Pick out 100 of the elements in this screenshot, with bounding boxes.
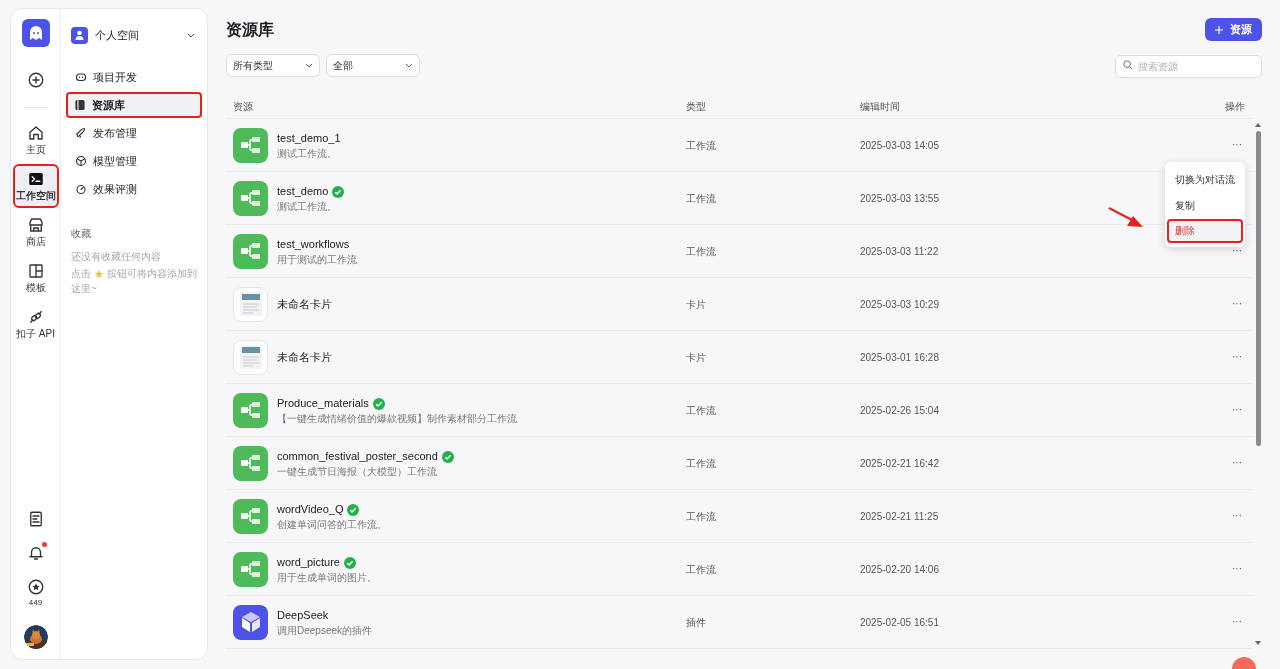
workflow-icon	[233, 233, 268, 269]
rail-item[interactable]: 工作空间	[12, 164, 59, 208]
app-logo[interactable]	[21, 19, 50, 47]
hint-text: 这里~	[71, 282, 98, 296]
table-cell-text: 工作流	[686, 138, 716, 153]
nav-item[interactable]: 模型管理	[67, 148, 201, 174]
cube-icon	[233, 604, 268, 640]
rail-item[interactable]: 商店	[12, 210, 59, 254]
rail-item[interactable]: 模板	[12, 256, 59, 300]
resource-name[interactable]: test_demo	[277, 183, 329, 200]
star-coin-icon	[26, 578, 45, 596]
resource-name[interactable]: test_demo_1	[277, 130, 341, 147]
table-cell-text: 2025-03-03 11:22	[860, 244, 939, 259]
more-button[interactable]: ···	[1232, 405, 1242, 415]
table-cell-text: 工作流	[686, 403, 716, 418]
table-cell-text: 2025-02-21 11:25	[860, 509, 939, 524]
rail-item[interactable]: 主页	[12, 118, 59, 162]
more-button[interactable]: ···	[1232, 617, 1242, 627]
table-cell-text: 2025-02-20 14:06	[860, 562, 939, 577]
hint-text: 按钮可将内容添加到	[107, 267, 197, 281]
menu-item[interactable]: 删除	[1167, 218, 1243, 243]
table-cell-text: 卡片	[686, 350, 706, 365]
book-icon	[74, 99, 86, 111]
table-cell-text: 卡片	[686, 297, 706, 312]
workflow-icon	[233, 551, 268, 587]
star-icon	[94, 268, 104, 279]
menu-item[interactable]: 切换为对话流	[1167, 167, 1243, 192]
chevron-down-icon	[187, 32, 195, 38]
workflow-icon	[233, 445, 268, 481]
nav-item[interactable]: 资源库	[66, 92, 202, 118]
search-field[interactable]: 搜索资源	[1115, 55, 1262, 78]
resource-name[interactable]: DeepSeek	[277, 607, 329, 624]
gauge-icon	[75, 183, 87, 195]
hint-text: 点击	[71, 267, 91, 281]
verified-icon	[441, 450, 454, 463]
card-preview-icon	[233, 339, 268, 375]
resource-name[interactable]: word_picture	[277, 554, 340, 571]
table-cell-text: 2025-02-26 15:04	[860, 403, 939, 418]
more-button[interactable]: ···	[1232, 140, 1242, 150]
column-header: 资源	[233, 99, 254, 114]
verified-icon	[372, 397, 385, 410]
rocket-icon	[75, 127, 87, 139]
cube-icon	[75, 155, 87, 167]
rail-item[interactable]: 扣子 API	[12, 302, 59, 346]
resource-name[interactable]: 未命名卡片	[277, 295, 332, 313]
terminal-icon	[26, 170, 45, 188]
space-selector[interactable]: 个人空间	[67, 24, 201, 46]
more-button[interactable]: ···	[1232, 246, 1242, 256]
robot-icon	[75, 71, 87, 83]
card-preview-icon	[233, 286, 268, 322]
table-cell-text: 工作流	[686, 509, 716, 524]
more-button[interactable]: ···	[1232, 511, 1242, 521]
search-icon	[1123, 60, 1133, 70]
workflow-icon	[233, 127, 268, 163]
chevron-down-icon	[405, 63, 413, 68]
verified-icon	[344, 556, 356, 569]
store-icon	[26, 216, 45, 234]
verified-icon	[347, 503, 360, 516]
resource-description: 用于生成单词的图片。	[277, 571, 377, 584]
more-button[interactable]: ···	[1232, 564, 1242, 574]
table-cell-text: 2025-03-03 13:55	[860, 191, 939, 206]
resource-name[interactable]: test_workflows	[277, 236, 350, 253]
resource-name[interactable]: common_festival_poster_second	[277, 448, 438, 465]
workflow-icon	[233, 392, 268, 428]
add-icon	[26, 71, 45, 89]
resource-description: 测试工作流。	[277, 147, 338, 160]
column-header: 操作	[1224, 99, 1245, 114]
plus-icon	[1215, 25, 1223, 34]
verified-icon	[332, 185, 345, 198]
table-cell-text: 2025-03-03 14:05	[860, 138, 939, 153]
more-button[interactable]: ···	[1232, 458, 1242, 468]
page-title: 资源库	[226, 19, 274, 40]
column-header: 编辑时间	[860, 99, 901, 114]
table-cell-text: 工作流	[686, 244, 716, 259]
filter-dropdown[interactable]: 所有类型	[226, 54, 320, 77]
add-resource-button[interactable]: 资源	[1205, 18, 1262, 41]
resource-name[interactable]: wordVideo_Q	[277, 501, 344, 518]
resource-description: 创建单词问答的工作流。	[277, 518, 387, 531]
more-button[interactable]: ···	[1232, 352, 1242, 362]
bell-icon[interactable]	[26, 544, 45, 562]
table-cell-text: 2025-03-03 10:29	[860, 297, 939, 312]
nav-item[interactable]: 效果评测	[67, 176, 201, 202]
resource-name[interactable]: Produce_materials	[277, 395, 369, 412]
home-icon	[26, 124, 45, 142]
table-cell-text: 2025-02-21 16:42	[860, 456, 939, 471]
resource-description: 测试工作流。	[277, 200, 338, 213]
menu-item[interactable]: 复制	[1167, 193, 1243, 217]
nav-item[interactable]: 项目开发	[67, 64, 201, 90]
more-button[interactable]: ···	[1232, 299, 1242, 309]
workflow-icon	[233, 498, 268, 534]
resource-name[interactable]: 未命名卡片	[277, 348, 332, 366]
layout-icon	[26, 262, 45, 280]
nav-item[interactable]: 发布管理	[67, 120, 201, 146]
filter-dropdown[interactable]: 全部	[326, 54, 420, 77]
column-header: 类型	[686, 99, 707, 114]
workflow-icon	[233, 180, 268, 216]
section-title: 收藏	[71, 227, 92, 241]
resource-description: 【一键生成情绪价值的爆款视频】制作素材部分工作流	[277, 412, 517, 425]
table-cell-text: 2025-03-01 16:28	[860, 350, 939, 365]
credit-count: 449	[28, 597, 43, 609]
